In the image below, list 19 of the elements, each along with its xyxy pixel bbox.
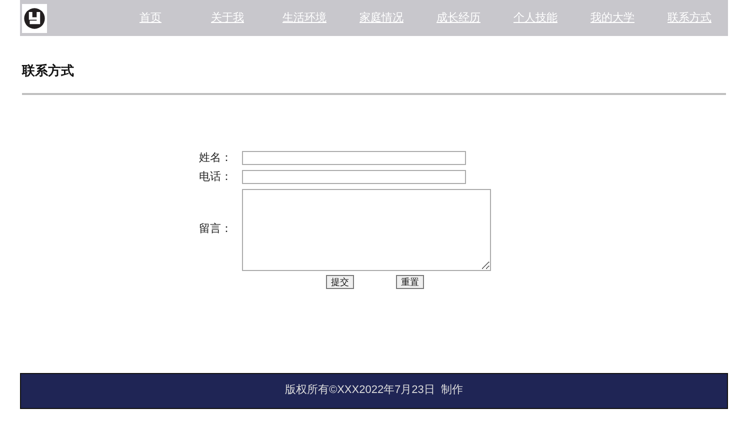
nav-link[interactable]: 家庭情况 bbox=[360, 10, 404, 26]
field-label: 电话： bbox=[199, 170, 232, 185]
input-field[interactable] bbox=[242, 150, 466, 165]
nav-link[interactable]: 成长经历 bbox=[436, 10, 480, 26]
nav-link[interactable]: 关于我 bbox=[211, 10, 244, 26]
page-heading: 联系方式 bbox=[22, 62, 74, 80]
input-field[interactable] bbox=[242, 170, 466, 184]
nav-link[interactable]: 联系方式 bbox=[668, 10, 712, 26]
form-button[interactable]: 重置 bbox=[396, 274, 424, 288]
nav-link[interactable]: 生活环境 bbox=[282, 10, 326, 26]
field-label: 姓名： bbox=[199, 150, 232, 166]
copyright-text: 版权所有©XXX2022年7月23日 制作 bbox=[284, 383, 464, 398]
field-label: 留言： bbox=[199, 222, 232, 238]
form-button[interactable]: 提交 bbox=[326, 274, 354, 288]
nav-link[interactable]: 首页 bbox=[140, 10, 162, 26]
message-textarea[interactable] bbox=[242, 188, 491, 270]
nav-link[interactable]: 个人技能 bbox=[514, 10, 558, 26]
nav-link[interactable]: 我的大学 bbox=[590, 10, 634, 26]
logo-icon bbox=[22, 4, 47, 32]
